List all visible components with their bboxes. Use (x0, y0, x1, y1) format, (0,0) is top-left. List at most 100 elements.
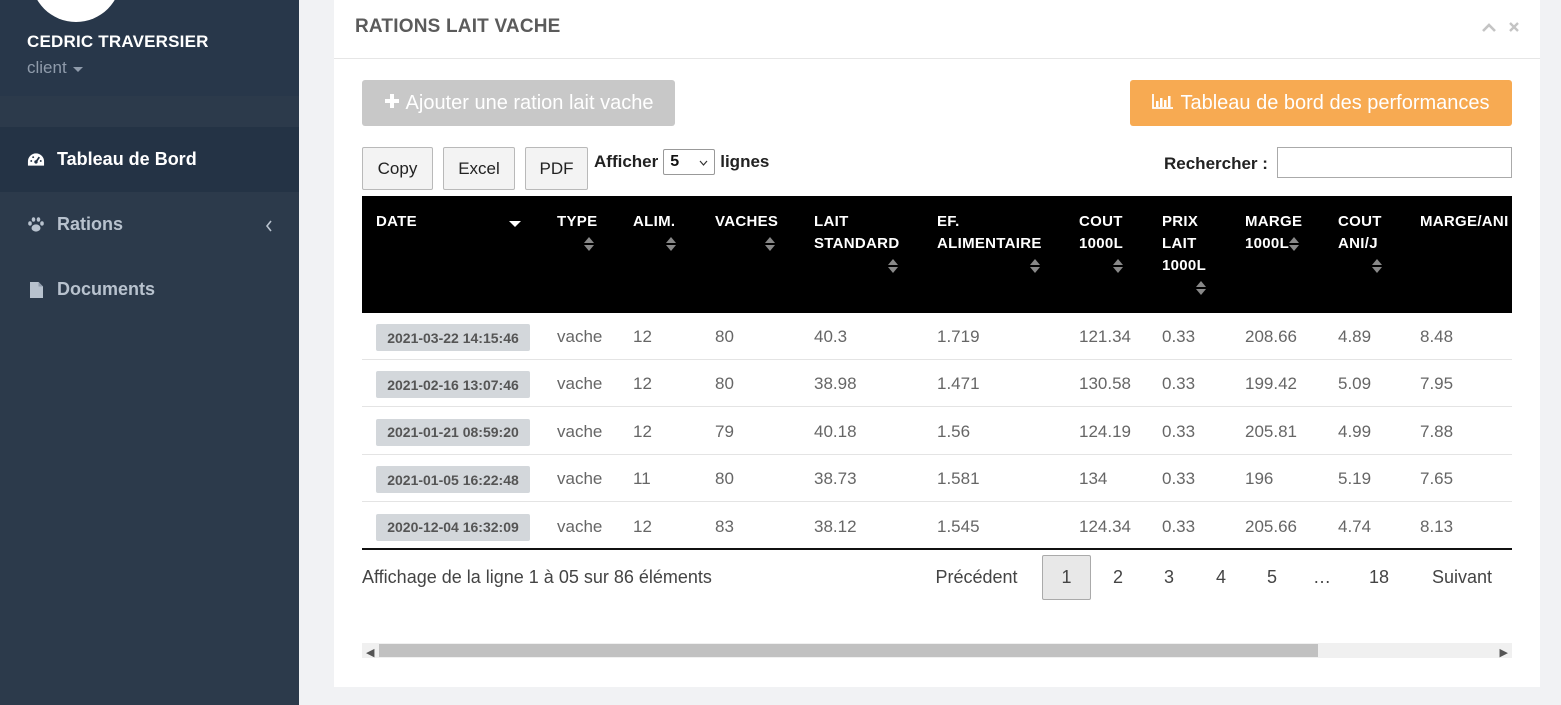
col-lait-standard[interactable]: LAIT STANDARD (814, 211, 899, 277)
close-icon[interactable] (1508, 20, 1520, 38)
panel-header: RATIONS LAIT VACHE (334, 0, 1540, 59)
avatar[interactable] (31, 0, 121, 22)
cell-coutani: 4.74 (1338, 516, 1372, 536)
scrollbar-thumb[interactable] (379, 644, 1318, 657)
pdf-button[interactable]: PDF (525, 147, 588, 190)
cell-alim: 12 (633, 516, 652, 536)
col-margeani-label: MARGE/ANI (1420, 213, 1509, 230)
plus-icon (384, 92, 400, 115)
add-ration-button[interactable]: Ajouter une ration lait vache (362, 80, 675, 126)
date-badge: 2020-12-04 16:32:09 (376, 513, 530, 541)
copy-button[interactable]: Copy (362, 147, 433, 190)
col-ef-alimentaire[interactable]: EF. ALIMENTAIRE (937, 211, 1042, 277)
page-length-value: 5 (670, 153, 680, 170)
cell-coutani: 4.99 (1338, 421, 1372, 441)
search-input[interactable] (1277, 147, 1512, 178)
col-cout-label-2: 1000L (1079, 235, 1124, 252)
pagination-page-3[interactable]: 3 (1151, 555, 1187, 600)
cell-margeani: 8.48 (1420, 327, 1454, 346)
sidebar-item-rations[interactable]: Rations (0, 192, 299, 257)
table-header: DATE TYPE ALIM. VACHES LAIT STANDARD EF.… (362, 196, 1512, 313)
cell-coutani: 5.19 (1338, 469, 1372, 489)
cell-lait: 38.98 (814, 374, 857, 394)
scroll-left-icon[interactable]: ◀ (366, 646, 374, 659)
cell-margeani: 7.65 (1420, 469, 1454, 489)
show-entries-suffix: lignes (720, 152, 770, 171)
cell-cout: 134 (1079, 469, 1108, 489)
table-row[interactable]: 2021-01-21 08:59:20 vache 12 79 40.18 1.56 124… (362, 408, 1512, 455)
table-info: Affichage de la ligne 1 à 05 sur 86 élém… (362, 567, 712, 587)
table-row[interactable]: 2020-12-04 16:32:09 vache 12 83 38.12 1.545 12… (362, 503, 1512, 550)
horizontal-scrollbar[interactable]: ◀ ▶ (362, 643, 1512, 659)
sort-icon (666, 237, 676, 252)
sort-icon (1113, 259, 1123, 274)
col-alim-label: ALIM. (633, 213, 676, 230)
pagination-page-5[interactable]: 5 (1254, 555, 1290, 600)
pagination-page-2[interactable]: 2 (1100, 555, 1136, 600)
col-alim[interactable]: ALIM. (633, 211, 676, 255)
excel-button[interactable]: Excel (443, 147, 515, 190)
cell-lait: 38.12 (814, 516, 857, 536)
cell-cout: 130.58 (1079, 374, 1131, 394)
performance-dashboard-button[interactable]: Tableau de bord des performances (1130, 80, 1512, 126)
cell-type: vache (557, 516, 603, 536)
cell-cout: 124.19 (1079, 421, 1131, 441)
scroll-right-icon[interactable]: ▶ (1500, 646, 1508, 659)
sidebar-item-label: Documents (57, 279, 156, 299)
cell-alim: 12 (633, 327, 652, 346)
col-cout-ani-j[interactable]: COUT ANI/J (1338, 211, 1382, 277)
cell-margeani: 8.13 (1420, 516, 1454, 536)
table-row[interactable]: 2021-03-22 14:15:46 vache 12 80 40.3 1.719 121… (362, 313, 1512, 360)
bar-chart-icon (1152, 92, 1174, 115)
cell-marge: 196 (1245, 469, 1274, 489)
col-marge-ani[interactable]: MARGE/ANI (1420, 211, 1509, 233)
sort-icon (1196, 281, 1206, 296)
date-badge: 2021-01-21 08:59:20 (376, 418, 530, 446)
cell-marge: 208.66 (1245, 327, 1297, 346)
col-coutani-label-1: COUT (1338, 213, 1382, 230)
search-label: Rechercher : (1164, 154, 1268, 173)
col-vaches-label: VACHES (715, 213, 779, 230)
cell-ef: 1.719 (937, 327, 980, 346)
col-cout-label-1: COUT (1079, 213, 1123, 230)
sort-icon (584, 237, 594, 252)
cell-cout: 124.34 (1079, 516, 1131, 536)
sidebar-item-label: Tableau de Bord (57, 149, 197, 169)
col-vaches[interactable]: VACHES (715, 211, 778, 255)
sidebar-item-tableau-de-bord[interactable]: Tableau de Bord (0, 127, 299, 192)
table-row[interactable]: 2021-02-16 13:07:46 vache 12 80 38.98 1.471 13… (362, 360, 1512, 408)
pagination-page-1[interactable]: 1 (1042, 555, 1091, 600)
col-coutani-label-2: ANI/J (1338, 235, 1378, 252)
sort-icon (1289, 237, 1300, 252)
cell-ef: 1.56 (937, 421, 971, 441)
panel-title: RATIONS LAIT VACHE (355, 16, 561, 37)
cell-type: vache (557, 327, 603, 346)
pagination-page-4[interactable]: 4 (1203, 555, 1239, 600)
col-marge-1000l[interactable]: MARGE 1000L (1245, 211, 1302, 255)
table-row[interactable]: 2021-01-05 16:22:48 vache 11 80 38.73 1.581 13… (362, 455, 1512, 503)
sidebar-item-documents[interactable]: Documents (0, 257, 299, 322)
pagination-page-18[interactable]: 18 (1358, 555, 1400, 600)
pagination-next[interactable]: Suivant (1422, 555, 1502, 600)
cell-coutani: 5.09 (1338, 374, 1372, 394)
col-type[interactable]: TYPE (557, 211, 597, 255)
col-date[interactable]: DATE (376, 211, 526, 233)
rations-panel: RATIONS LAIT VACHE Ajouter une ration la… (334, 0, 1540, 687)
cell-margeani: 7.95 (1420, 374, 1454, 394)
user-role-dropdown[interactable]: client (27, 58, 83, 78)
sort-icon (1372, 259, 1382, 274)
col-cout-1000l[interactable]: COUT 1000L (1079, 211, 1123, 277)
user-role-label: client (27, 58, 67, 77)
col-ef-label-2: ALIMENTAIRE (937, 235, 1042, 252)
page-length-select[interactable]: 5 (663, 149, 716, 175)
cell-prix: 0.33 (1162, 469, 1196, 489)
collapse-chevron-up-icon[interactable] (1481, 20, 1497, 38)
user-profile: CEDRIC TRAVERSIER client (0, 0, 299, 96)
col-prix-label-1: PRIX (1162, 213, 1199, 230)
user-name: CEDRIC TRAVERSIER (27, 32, 209, 51)
col-prix-lait-1000l[interactable]: PRIX LAIT 1000L (1162, 211, 1206, 299)
cell-type: vache (557, 374, 603, 394)
cell-alim: 12 (633, 421, 652, 441)
cell-vaches: 80 (715, 374, 734, 394)
pagination-previous[interactable]: Précédent (924, 555, 1029, 600)
